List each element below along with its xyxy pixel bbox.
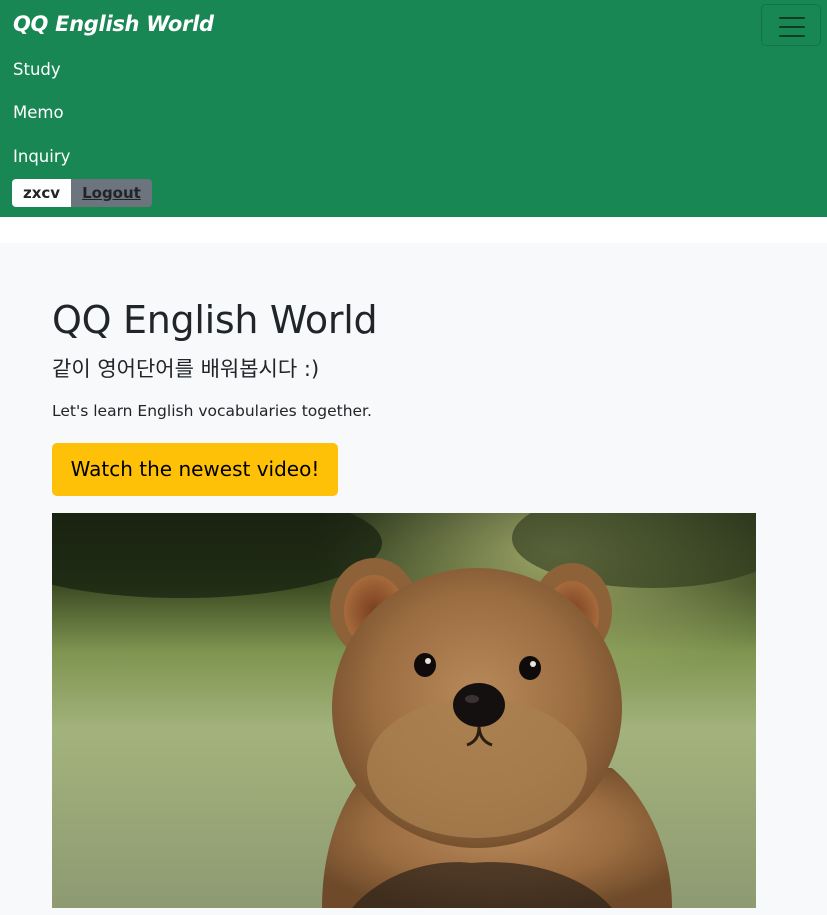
nav-link-inquiry[interactable]: Inquiry [13,147,70,166]
nav-link-study[interactable]: Study [13,60,61,79]
navbar-toggle-button[interactable] [761,4,821,46]
hamburger-menu-icon [779,17,805,44]
nav-link-memo[interactable]: Memo [13,103,64,122]
hero-lead-text: Let's learn English vocabularies togethe… [52,402,372,420]
user-account-group: zxcv Logout [12,179,152,207]
logout-button[interactable]: Logout [71,179,152,207]
hero-subtitle: 같이 영어단어를 배워봅시다 :) [52,357,320,381]
top-navbar: QQ English World Study Memo Inquiry zxcv… [0,0,827,217]
hero-title: QQ English World [52,298,378,342]
username-badge: zxcv [12,179,72,207]
brand-logo-link[interactable]: QQ English World [13,12,214,36]
hero-section: QQ English World 같이 영어단어를 배워봅시다 :) Let's… [0,243,827,915]
quokka-photo [52,513,756,908]
watch-newest-video-button[interactable]: Watch the newest video! [52,443,338,496]
